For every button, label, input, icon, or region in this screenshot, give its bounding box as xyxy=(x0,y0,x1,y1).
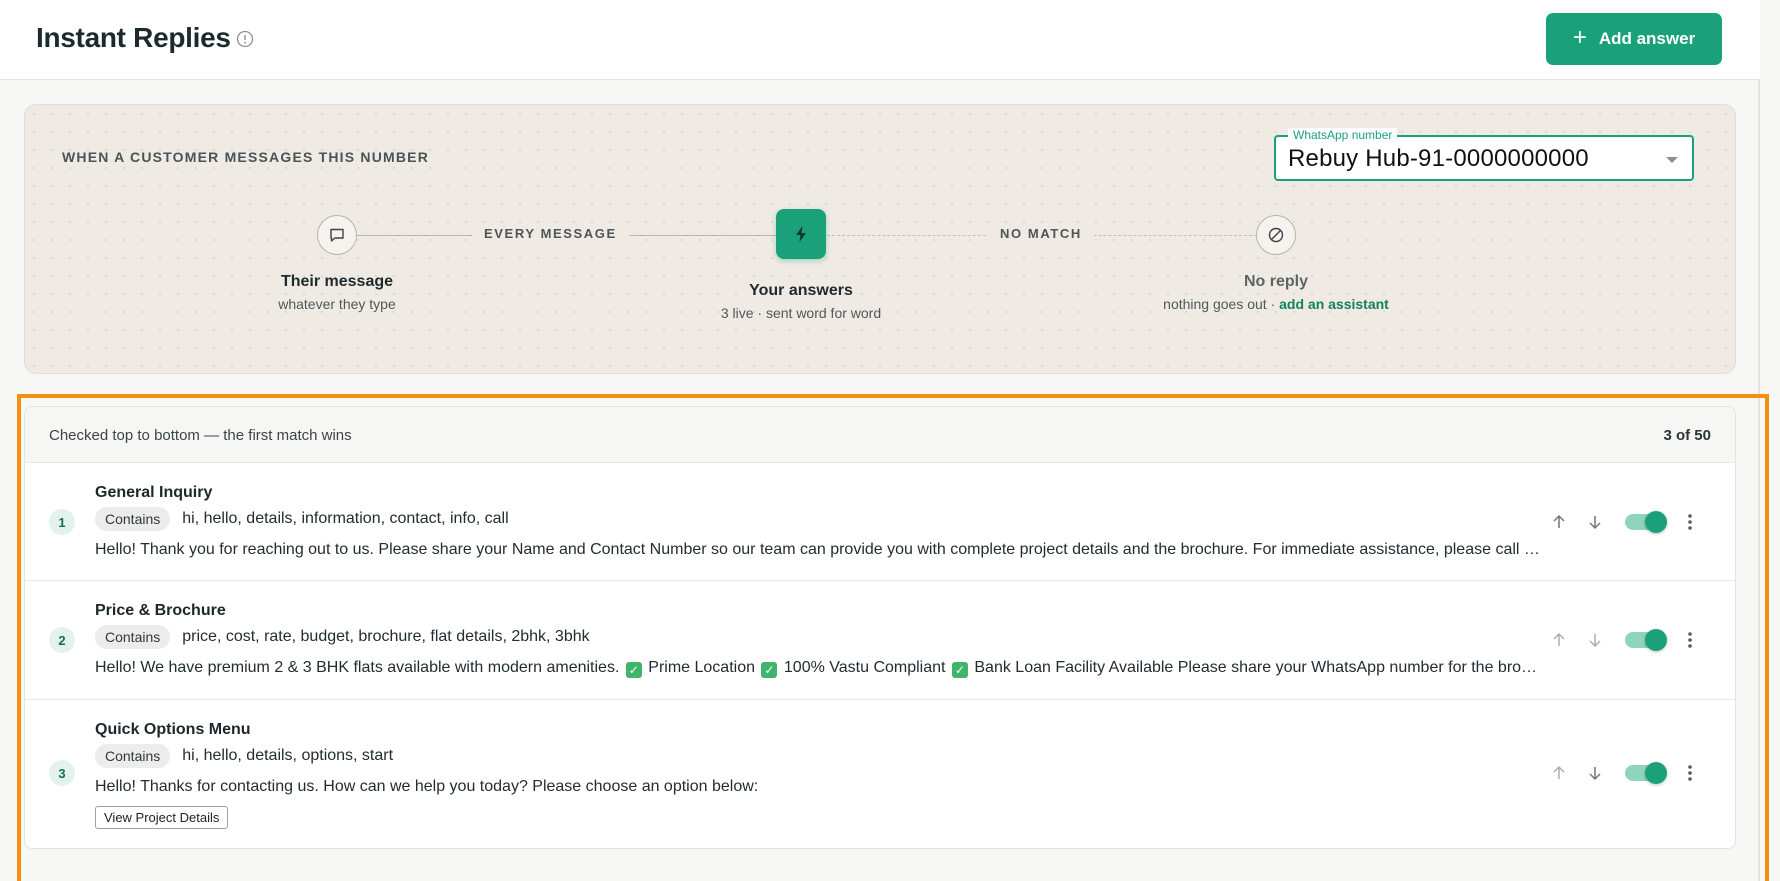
whatsapp-number-value: Rebuy Hub-91-0000000000 xyxy=(1288,145,1589,172)
edge-label-no-match: NO MATCH xyxy=(988,226,1094,241)
lightning-icon xyxy=(796,226,806,242)
highlight-frame xyxy=(17,394,1769,881)
your-answers-node xyxy=(776,209,826,259)
plus-icon: + xyxy=(1572,24,1587,51)
their-message-node xyxy=(317,215,357,255)
add-answer-button[interactable]: + Add answer xyxy=(1546,13,1722,65)
info-icon[interactable] xyxy=(236,30,254,48)
no-reply-node xyxy=(1256,215,1296,255)
flow-heading: WHEN A CUSTOMER MESSAGES THIS NUMBER xyxy=(62,149,430,165)
no-reply-subtitle-text: nothing goes out · xyxy=(1163,296,1280,312)
add-answer-label: Add answer xyxy=(1598,29,1696,48)
node-title-your-answers: Your answers xyxy=(749,282,853,299)
node-title-their-message: Their message xyxy=(280,273,394,290)
edge-label-every-message: EVERY MESSAGE xyxy=(472,226,629,241)
message-icon xyxy=(330,228,344,242)
node-subtitle-no-reply: nothing goes out · add an assistant xyxy=(1126,296,1426,312)
message-flow-panel: WHEN A CUSTOMER MESSAGES THIS NUMBER Wha… xyxy=(24,104,1736,374)
page-header: Instant Replies + Add answer xyxy=(0,0,1760,80)
whatsapp-number-select[interactable]: WhatsApp number Rebuy Hub-91-0000000000 xyxy=(1274,128,1694,181)
node-subtitle-their-message: whatever they type xyxy=(278,296,396,312)
page-title: Instant Replies xyxy=(36,22,231,53)
node-title-no-reply: No reply xyxy=(1243,273,1308,290)
instant-replies-page: Instant Replies + Add answer WHEN A CUST… xyxy=(0,0,1769,881)
whatsapp-number-legend: WhatsApp number xyxy=(1288,128,1398,142)
blocked-icon xyxy=(1268,227,1284,243)
node-subtitle-your-answers: 3 live · sent word for word xyxy=(720,305,882,321)
add-assistant-link[interactable]: add an assistant xyxy=(1279,296,1389,312)
chevron-down-icon xyxy=(1666,157,1678,163)
